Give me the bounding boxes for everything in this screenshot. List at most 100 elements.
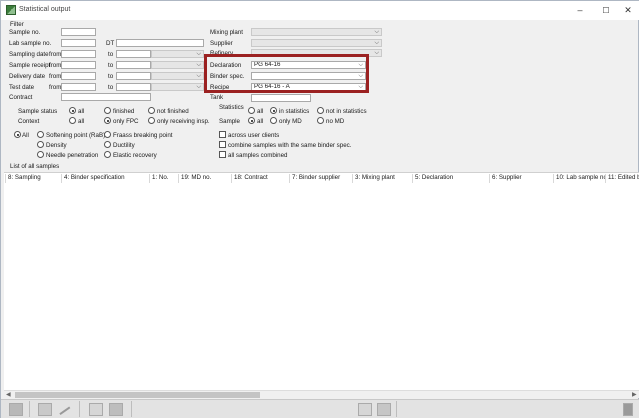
report-icon[interactable] xyxy=(358,403,372,416)
test-density-radio[interactable] xyxy=(37,141,44,148)
chevron-down-icon: ⌵ xyxy=(196,84,201,90)
column-header[interactable]: 10: Lab sample no. xyxy=(553,174,605,183)
supplier-combo[interactable]: ⌵ xyxy=(251,39,382,47)
sample-receipt-combo[interactable]: ⌵ xyxy=(151,61,204,69)
sampling-date-label: Sampling date xyxy=(9,51,49,58)
context-all-radio[interactable] xyxy=(69,117,76,124)
test-date-to-input[interactable] xyxy=(116,83,151,91)
filter-group-label: Filter xyxy=(10,21,24,28)
scroll-left-icon[interactable]: ◀ xyxy=(6,391,11,399)
stats-all-radio[interactable] xyxy=(248,107,255,114)
stop-icon[interactable] xyxy=(38,403,52,416)
stats-not-in-label: not in statistics xyxy=(326,108,367,115)
delivery-date-combo[interactable]: ⌵ xyxy=(151,72,204,80)
test-ductility-radio[interactable] xyxy=(104,141,111,148)
context-only-fpc-radio[interactable] xyxy=(104,117,111,124)
mixing-plant-combo[interactable]: ⌵ xyxy=(251,28,382,36)
contract-input[interactable] xyxy=(61,93,151,101)
combine-binder-checkbox[interactable] xyxy=(219,141,226,148)
title-bar: Statistical output – ☐ ✕ xyxy=(1,1,639,20)
delivery-date-to-input[interactable] xyxy=(116,72,151,80)
status-all-label: all xyxy=(78,108,85,115)
sample-no-input[interactable] xyxy=(61,28,96,36)
print-icon[interactable] xyxy=(9,403,23,416)
delivery-to-label: to xyxy=(108,73,114,80)
horizontal-scrollbar[interactable]: ◀ ▶ xyxy=(4,390,639,398)
receipt-to-label: to xyxy=(108,62,114,69)
minimize-button[interactable]: – xyxy=(567,3,593,18)
sample-no-md-radio[interactable] xyxy=(317,117,324,124)
test-date-from-input[interactable] xyxy=(61,83,96,91)
samples-list[interactable] xyxy=(4,172,639,390)
status-all-radio[interactable] xyxy=(69,107,76,114)
column-header[interactable]: 7: Binder supplier xyxy=(289,174,352,183)
context-only-receiving-radio[interactable] xyxy=(148,117,155,124)
sample-receipt-from-input[interactable] xyxy=(61,61,96,69)
test-ductility-label: Ductility xyxy=(113,142,135,149)
column-header[interactable]: 18: Contract xyxy=(231,174,289,183)
column-header[interactable]: 8: Sampling xyxy=(5,174,61,183)
all-combined-label: all samples combined xyxy=(228,152,288,159)
scrollbar-thumb[interactable] xyxy=(15,392,260,398)
column-header[interactable]: 1: No. xyxy=(149,174,178,183)
close-button[interactable]: ✕ xyxy=(615,3,639,18)
highlight-box xyxy=(204,54,369,93)
delivery-date-label: Delivery date xyxy=(9,73,46,80)
sampling-date-to-input[interactable] xyxy=(116,50,151,58)
stats-not-in-radio[interactable] xyxy=(317,107,324,114)
test-from-label: from xyxy=(49,84,62,91)
context-label: Context xyxy=(18,118,40,125)
sampling-date-from-input[interactable] xyxy=(61,50,96,58)
column-header[interactable]: 6: Supplier xyxy=(489,174,553,183)
column-header[interactable]: 5: Declaration xyxy=(412,174,489,183)
delivery-date-from-input[interactable] xyxy=(61,72,96,80)
test-softening-radio[interactable] xyxy=(37,131,44,138)
test-needle-radio[interactable] xyxy=(37,151,44,158)
stats-in-label: in statistics xyxy=(279,108,310,115)
test-elastic-radio[interactable] xyxy=(104,151,111,158)
tank-input[interactable] xyxy=(251,94,311,102)
sample-receipt-to-input[interactable] xyxy=(116,61,151,69)
across-clients-label: across user clients xyxy=(228,132,280,139)
combine-binder-label: combine samples with the same binder spe… xyxy=(228,142,352,149)
scroll-right-icon[interactable]: ▶ xyxy=(632,391,637,399)
lab-sample-no-input[interactable] xyxy=(61,39,96,47)
app-icon xyxy=(6,5,16,15)
column-header[interactable]: 19: MD no. xyxy=(178,174,231,183)
sampling-from-label: from xyxy=(49,51,62,58)
exit-icon[interactable] xyxy=(623,403,633,416)
list-icon[interactable] xyxy=(89,403,103,416)
toolbar-separator xyxy=(79,401,80,417)
delivery-from-label: from xyxy=(49,73,62,80)
column-header[interactable]: 11: Edited by xyxy=(605,174,639,183)
status-not-finished-radio[interactable] xyxy=(148,107,155,114)
sample-all-label: all xyxy=(257,118,264,125)
settings-icon[interactable] xyxy=(377,403,391,416)
stats-in-radio[interactable] xyxy=(270,107,277,114)
chart-icon[interactable] xyxy=(109,403,123,416)
test-to-label: to xyxy=(108,84,114,91)
statistical-output-window: Statistical output – ☐ ✕ Filter Sample n… xyxy=(0,0,639,418)
receipt-from-label: from xyxy=(49,62,62,69)
sample-only-md-radio[interactable] xyxy=(270,117,277,124)
sample-no-label: Sample no. xyxy=(9,29,41,36)
dt-input[interactable] xyxy=(116,39,204,47)
context-only-receiving-label: only receiving insp. xyxy=(157,118,210,125)
sampling-date-combo[interactable]: ⌵ xyxy=(151,50,204,58)
tank-label: Tank xyxy=(210,94,224,101)
test-fraass-radio[interactable] xyxy=(104,131,111,138)
column-header[interactable]: 3: Mixing plant xyxy=(352,174,412,183)
sample-all-radio[interactable] xyxy=(248,117,255,124)
stats-all-label: all xyxy=(257,108,264,115)
dt-label: DT xyxy=(106,40,115,47)
test-all-radio[interactable] xyxy=(14,131,21,138)
statistics-label: Statistics xyxy=(219,104,244,111)
context-all-label: all xyxy=(78,118,85,125)
all-combined-checkbox[interactable] xyxy=(219,151,226,158)
across-clients-checkbox[interactable] xyxy=(219,131,226,138)
sample-only-md-label: only MD xyxy=(279,118,302,125)
column-header[interactable]: 4: Binder specification xyxy=(61,174,149,183)
test-date-combo[interactable]: ⌵ xyxy=(151,83,204,91)
test-needle-label: Needle penetration xyxy=(46,152,99,159)
status-finished-radio[interactable] xyxy=(104,107,111,114)
